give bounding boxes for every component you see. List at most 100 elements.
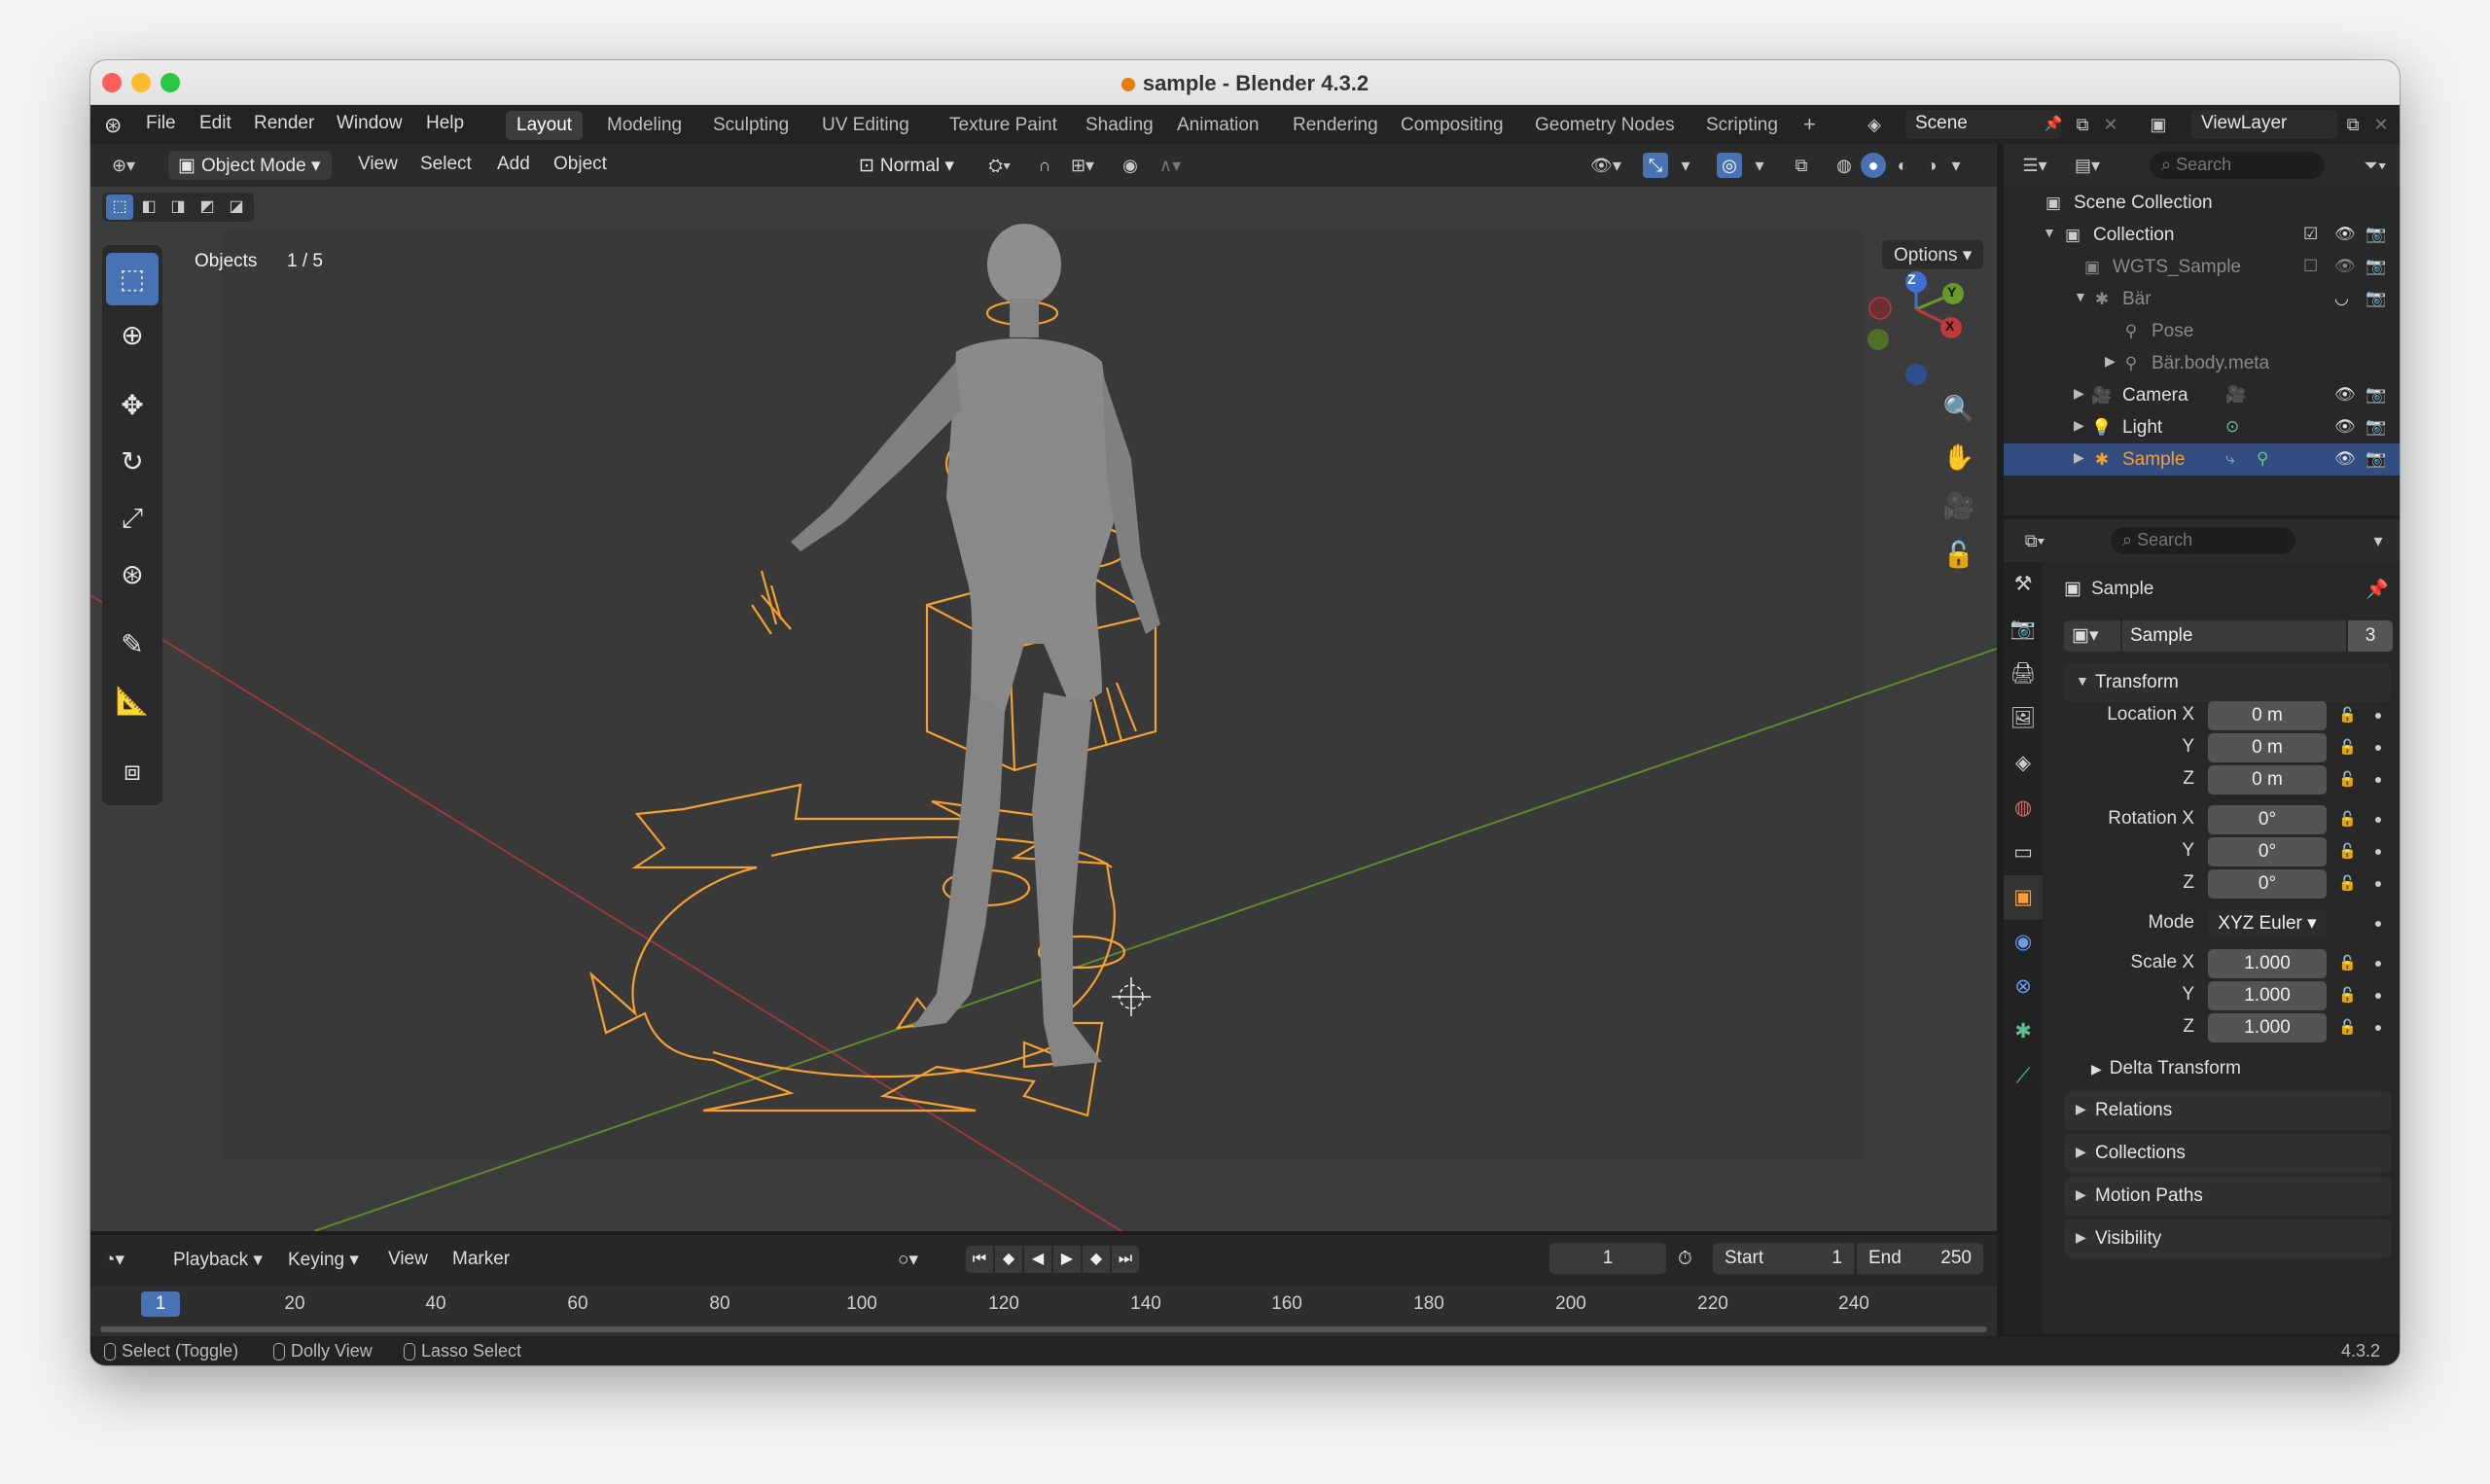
rotation-x-field[interactable]: 0° — [2208, 805, 2327, 834]
location-x-field[interactable]: 0 m — [2208, 701, 2327, 730]
new-view-layer-icon[interactable]: ⧉ — [2339, 111, 2366, 138]
lock-icon[interactable]: 🔓 — [2338, 706, 2357, 724]
motion-paths-panel-header[interactable]: ▶ Motion Paths — [2064, 1177, 2391, 1216]
object-tab-icon[interactable]: ▣ — [2004, 875, 2043, 920]
light-data-icon[interactable]: ⊙ — [2225, 417, 2239, 437]
keyframe-dot-icon[interactable] — [2375, 745, 2381, 751]
display-mode-icon[interactable]: ▤▾ — [2066, 153, 2109, 178]
scale-x-field[interactable]: 1.000 — [2208, 949, 2327, 978]
filter-icon[interactable]: ⏷▾ — [2356, 153, 2395, 178]
editor-type-icon[interactable]: ⊕▾ — [104, 153, 143, 178]
viewport-menu-add[interactable]: Add — [497, 154, 530, 175]
properties-search-input[interactable]: ⌕ Search — [2111, 527, 2295, 554]
scale-y-field[interactable]: 1.000 — [2208, 981, 2327, 1010]
render-camera-icon[interactable]: 📷 — [2366, 449, 2386, 469]
pan-view-icon[interactable]: ✋ — [1939, 438, 1978, 477]
tab-animation[interactable]: Animation — [1166, 111, 1270, 140]
exclude-checkbox-icon[interactable]: ☐ — [2303, 257, 2318, 276]
visibility-selectability-icon[interactable]: 👁▾ — [1584, 153, 1627, 178]
expand-arrow-icon[interactable]: ▶ — [2074, 449, 2084, 466]
start-frame-field[interactable]: Start 1 — [1713, 1243, 1854, 1274]
expand-arrow-icon[interactable]: ▶ — [2074, 417, 2084, 434]
lock-icon[interactable]: 🔓 — [2338, 954, 2357, 972]
keyframe-dot-icon[interactable] — [2375, 713, 2381, 719]
gizmo-dropdown-icon[interactable]: ▾ — [1676, 153, 1695, 178]
jump-next-keyframe-icon[interactable]: ◆ — [1083, 1246, 1110, 1273]
blender-logo-icon[interactable]: ⊛ — [104, 113, 122, 138]
wireframe-shading-icon[interactable]: ◍ — [1832, 153, 1857, 178]
tab-texture-paint[interactable]: Texture Paint — [939, 111, 1068, 140]
render-tab-icon[interactable]: 📷 — [2004, 607, 2043, 652]
pin-icon[interactable]: 📌 — [2366, 578, 2389, 601]
jump-prev-keyframe-icon[interactable]: ◆ — [995, 1246, 1022, 1273]
outliner-row-scene-collection[interactable]: ▣ Scene Collection — [2004, 187, 2400, 219]
pivot-point-icon[interactable]: ⛭▾ — [980, 153, 1019, 178]
new-scene-icon[interactable]: ⧉ — [2069, 111, 2096, 138]
outliner-row-sample[interactable]: ▶ ✱ Sample ⤷ ⚲ 👁 📷 — [2004, 443, 2400, 476]
visibility-eye-icon[interactable]: 👁 — [2334, 225, 2356, 244]
jump-end-icon[interactable]: ⏭ — [1112, 1246, 1139, 1273]
output-tab-icon[interactable]: 🖨 — [2004, 652, 2043, 696]
solid-shading-icon[interactable]: ● — [1861, 153, 1886, 178]
keyframe-dot-icon[interactable] — [2375, 849, 2381, 855]
delta-transform-subpanel[interactable]: ▶ Delta Transform — [2091, 1058, 2241, 1079]
keyframe-dot-icon[interactable] — [2375, 1025, 2381, 1031]
collapse-arrow-icon[interactable]: ▼ — [2043, 225, 2056, 240]
tab-compositing[interactable]: Compositing — [1390, 111, 1514, 140]
view-layer-tab-icon[interactable]: 🖼 — [2004, 696, 2043, 741]
material-preview-icon[interactable]: ◐ — [1890, 153, 1915, 178]
visibility-eye-icon[interactable]: 👁 — [2334, 417, 2356, 437]
outliner-row-light[interactable]: ▶ 💡 Light ⊙ 👁 📷 — [2004, 411, 2400, 443]
outliner-row-wgts-sample[interactable]: ▣ WGTS_Sample ☐ 👁 📷 — [2004, 251, 2400, 283]
viewport-menu-view[interactable]: View — [358, 154, 398, 175]
location-z-field[interactable]: 0 m — [2208, 765, 2327, 795]
lock-icon[interactable]: 🔓 — [2338, 1018, 2357, 1036]
expand-arrow-icon[interactable]: ▶ — [2074, 385, 2084, 402]
viewport-canvas[interactable]: ⬚ ◧ ◨ ◩ ◪ Z Y X Objects 1 / 5 Options ▾ … — [90, 187, 1997, 1231]
rotation-mode-dropdown[interactable]: XYZ Euler ▾ — [2208, 909, 2327, 938]
timeline-editor-type-icon[interactable]: ◔▾ — [104, 1249, 124, 1271]
relations-panel-header[interactable]: ▶ Relations — [2064, 1091, 2391, 1130]
preview-range-icon[interactable]: ⏱ — [1678, 1249, 1692, 1270]
outliner-row-camera[interactable]: ▶ 🎥 Camera 🎥 👁 📷 — [2004, 379, 2400, 411]
menu-help[interactable]: Help — [426, 113, 464, 134]
object-browse-icon[interactable]: ▣▾ — [2064, 620, 2120, 652]
keyframe-dot-icon[interactable] — [2375, 993, 2381, 999]
timeline-scrollbar[interactable] — [100, 1326, 1987, 1332]
rendered-shading-icon[interactable]: ◑ — [1919, 153, 1944, 178]
lock-icon[interactable]: 🔓 — [2338, 986, 2357, 1004]
constraints-tab-icon[interactable]: ⊗ — [2004, 965, 2043, 1009]
menu-window[interactable]: Window — [337, 113, 403, 134]
transform-tool-icon[interactable]: ⊛ — [106, 548, 159, 601]
lock-icon[interactable]: 🔓 — [2338, 874, 2357, 892]
add-workspace-button[interactable]: + — [1793, 111, 1827, 140]
outliner-editor-type-icon[interactable]: ☰▾ — [2013, 153, 2056, 178]
select-box-tool-icon[interactable]: ⬚ — [106, 253, 159, 305]
rotate-tool-icon[interactable]: ↻ — [106, 436, 159, 488]
lock-icon[interactable]: 🔓 — [2338, 738, 2357, 756]
view-layer-selector-icon[interactable]: ▣ — [2145, 111, 2172, 138]
annotate-tool-icon[interactable]: ✎ — [106, 618, 159, 671]
tab-modeling[interactable]: Modeling — [596, 111, 693, 140]
zoom-view-icon[interactable]: 🔍 — [1939, 389, 1978, 428]
scene-selector-icon[interactable]: ◈ — [1861, 111, 1888, 138]
tab-shading[interactable]: Shading — [1075, 111, 1164, 140]
outliner-row-bar[interactable]: ▼ ✱ Bär ◡ 📷 — [2004, 283, 2400, 315]
menu-file[interactable]: File — [146, 113, 176, 134]
render-camera-icon[interactable]: 📷 — [2366, 289, 2386, 308]
timeline-menu-playback[interactable]: Playback ▾ — [173, 1249, 263, 1271]
viewport-menu-select[interactable]: Select — [420, 154, 472, 175]
visibility-eye-icon[interactable]: 👁 — [2334, 385, 2356, 405]
expand-arrow-icon[interactable]: ▶ — [2105, 353, 2116, 370]
transform-panel-header[interactable]: ▼ Transform — [2064, 663, 2391, 702]
xray-toggle-icon[interactable]: ⧉ — [1789, 153, 1814, 178]
tab-scripting[interactable]: Scripting — [1695, 111, 1789, 140]
render-camera-icon[interactable]: 📷 — [2366, 385, 2386, 405]
collections-panel-header[interactable]: ▶ Collections — [2064, 1134, 2391, 1173]
visibility-panel-header[interactable]: ▶ Visibility — [2064, 1219, 2391, 1258]
playhead-frame[interactable]: 1 — [141, 1291, 180, 1317]
render-camera-icon[interactable]: 📷 — [2366, 417, 2386, 437]
rotation-y-field[interactable]: 0° — [2208, 837, 2327, 866]
snap-toggle-icon[interactable]: ∩ — [1032, 153, 1057, 178]
render-camera-icon[interactable]: 📷 — [2366, 225, 2386, 244]
